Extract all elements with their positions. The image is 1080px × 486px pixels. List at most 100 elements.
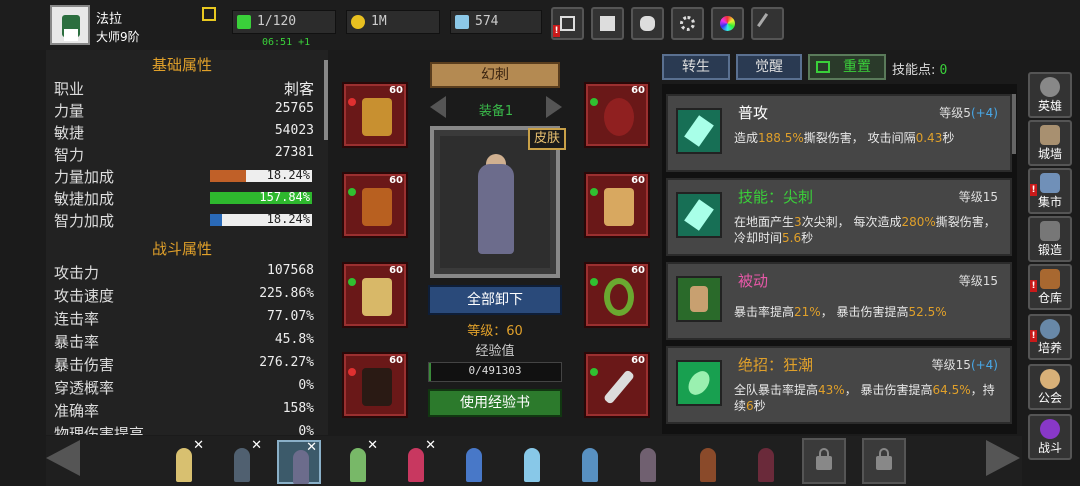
close-icon: ✕ <box>193 438 204 453</box>
roster-hero[interactable] <box>568 440 612 484</box>
equip-slot-bracers[interactable]: 60 <box>584 172 650 238</box>
combat-attributes-title: 战斗属性 <box>151 240 212 258</box>
roster-hero[interactable]: ✕ <box>336 438 380 484</box>
shop-button[interactable]: ! <box>551 7 584 40</box>
sidebar-item-battle[interactable]: 战斗 <box>1028 414 1072 460</box>
combat-stat-row: 穿透概率 0% <box>54 377 314 399</box>
roster-hero[interactable] <box>452 440 496 484</box>
gold-counter: 1M <box>346 10 440 34</box>
next-set-arrow-icon[interactable] <box>546 96 562 118</box>
skill-points-value: 0 <box>939 63 948 78</box>
feather-button[interactable] <box>751 7 784 40</box>
sidebar-item-forge[interactable]: 锻造 <box>1028 216 1072 262</box>
stat-value: 107568 <box>267 263 314 278</box>
stat-label: 敏捷加成 <box>54 190 115 208</box>
skill-name: 被动 <box>738 272 769 290</box>
edit-icon[interactable] <box>202 7 216 21</box>
skill-card-spike[interactable]: 技能：尖刺 等级15 在地面产生3次尖刺， 每次造成280%撕裂伤害， 冷却时间… <box>666 178 1012 256</box>
gem-icon <box>348 98 356 106</box>
roster-hero[interactable]: ✕ <box>162 438 206 484</box>
stats-scrollbar[interactable] <box>324 60 328 140</box>
combat-stat-row: 暴击伤害 276.27% <box>54 354 314 376</box>
sidebar-item-hero[interactable]: 英雄 <box>1028 72 1072 118</box>
exp-label: 经验值 <box>475 344 515 359</box>
close-icon: ✕ <box>367 438 378 453</box>
tab-rebirth[interactable]: 转生 <box>662 54 730 80</box>
sidebar-item-storage[interactable]: ! 仓库 <box>1028 264 1072 310</box>
equip-slot-legs[interactable]: 60 <box>342 262 408 328</box>
roster-hero[interactable]: ✕ <box>394 438 438 484</box>
skills-list: 普攻 等级5(+4) 造成188.5%撕裂伤害， 攻击间隔0.43秒 技能：尖刺… <box>662 84 1017 434</box>
close-icon: ✕ <box>306 440 317 455</box>
stat-value: 45.8% <box>274 332 314 347</box>
sidebar-item-train[interactable]: ! 培养 <box>1028 314 1072 360</box>
roster-locked-slot[interactable] <box>862 438 906 484</box>
slot-level: 60 <box>389 355 403 366</box>
equip-slot-boots[interactable]: 60 <box>342 352 408 418</box>
settings-button[interactable] <box>671 7 704 40</box>
skills-scrollbar[interactable] <box>1012 94 1016 154</box>
mail-button[interactable] <box>591 7 624 40</box>
slot-level: 60 <box>631 175 645 186</box>
skill-card-ultimate[interactable]: 绝招：狂潮 等级15(+4) 全队暴击率提高43%， 暴击伤害提高64.5%，持… <box>666 346 1012 424</box>
gold-coin-icon <box>351 15 365 29</box>
stamina-timer: 06:51 +1 <box>262 37 311 48</box>
reset-button[interactable]: 重置 <box>808 54 886 80</box>
roster-hero[interactable] <box>686 440 730 484</box>
stat-row-strength: 力量 25765 <box>54 100 314 122</box>
shoulder-armor-icon <box>362 98 392 136</box>
gear-icon <box>680 16 695 31</box>
prev-set-arrow-icon[interactable] <box>430 96 446 118</box>
equip-slot-chest[interactable]: 60 <box>342 172 408 238</box>
sidebar-item-wall[interactable]: 城墙 <box>1028 120 1072 166</box>
stat-value: 276.27% <box>259 355 314 370</box>
stat-label: 攻击速度 <box>54 287 115 305</box>
player-name: 法拉 <box>96 12 123 27</box>
equip-slot-shoulder[interactable]: 60 <box>342 82 408 148</box>
sidebar-item-market[interactable]: ! 集市 <box>1028 168 1072 214</box>
roster-hero[interactable]: ✕ <box>220 438 264 484</box>
skin-button[interactable]: 皮肤 <box>528 128 566 150</box>
roster-hero-selected[interactable]: ✕ <box>277 440 321 484</box>
helmet-icon <box>1040 77 1060 97</box>
roster-hero[interactable] <box>510 440 554 484</box>
sidebar-item-guild[interactable]: 公会 <box>1028 364 1072 410</box>
skill-level: 等级15(+4) <box>931 358 998 372</box>
stat-label: 智力 <box>54 146 85 164</box>
color-button[interactable] <box>711 7 744 40</box>
tab-awaken[interactable]: 觉醒 <box>736 54 802 80</box>
skill-level: 等级5(+4) <box>939 106 998 120</box>
roster-locked-slot[interactable] <box>802 438 846 484</box>
equip-slot-necklace[interactable]: 60 <box>584 82 650 148</box>
gamepad-button[interactable] <box>631 7 664 40</box>
player-avatar[interactable] <box>50 5 90 45</box>
stat-row-int-bonus: 智力加成 18.24% <box>54 210 314 232</box>
combat-stat-row: 物理伤害提高 0% <box>54 423 314 435</box>
unequip-all-button[interactable]: 全部卸下 <box>428 285 562 315</box>
skill-spike-icon <box>676 192 722 238</box>
equip-slot-weapon[interactable]: 60 <box>584 352 650 418</box>
roster-next-arrow-icon[interactable] <box>986 440 1020 476</box>
roster-hero[interactable] <box>626 440 670 484</box>
skill-card-passive[interactable]: 被动 等级15 暴击率提高21%， 暴击伤害提高52.5% <box>666 262 1012 340</box>
stat-row-str-bonus: 力量加成 18.24% <box>54 166 314 188</box>
stat-label: 敏捷 <box>54 124 85 142</box>
equip-slot-ring[interactable]: 60 <box>584 262 650 328</box>
skill-card-basic-attack[interactable]: 普攻 等级5(+4) 造成188.5%撕裂伤害， 攻击间隔0.43秒 <box>666 94 1012 172</box>
stat-label: 力量 <box>54 102 85 120</box>
roster-hero[interactable] <box>744 440 788 484</box>
slot-level: 60 <box>631 265 645 276</box>
boots-icon <box>362 368 392 406</box>
diamond-counter: 574 <box>450 10 542 34</box>
stat-row-class: 职业 刺客 <box>54 78 314 100</box>
lightning-icon <box>237 15 251 29</box>
roster-prev-arrow-icon[interactable] <box>46 440 80 476</box>
stat-label: 物理伤害提高 <box>54 425 145 435</box>
use-exp-book-button[interactable]: 使用经验书 <box>428 389 562 417</box>
slot-level: 60 <box>631 85 645 96</box>
combat-stat-row: 准确率 158% <box>54 400 314 422</box>
gamepad-icon <box>640 16 655 31</box>
skill-fist-icon <box>676 276 722 322</box>
skill-description: 造成188.5%撕裂伤害， 攻击间隔0.43秒 <box>734 131 955 145</box>
basic-attributes-title: 基础属性 <box>151 56 212 74</box>
